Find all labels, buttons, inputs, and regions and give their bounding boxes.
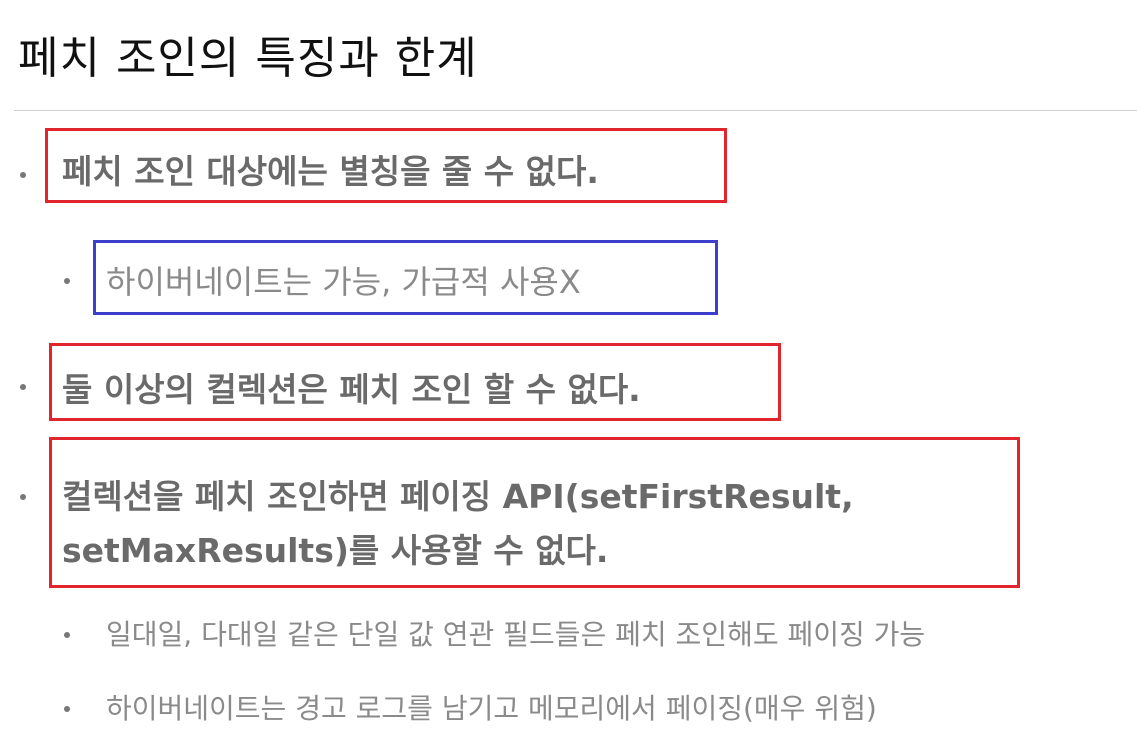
bullet-dot: [20, 172, 26, 178]
bullet-dot: [64, 632, 70, 638]
bullet-dot: [64, 278, 70, 284]
bullet-dot: [20, 494, 26, 500]
bullet-dot: [20, 384, 26, 390]
list-item: 하이버네이트는 경고 로그를 남기고 메모리에서 페이징(매우 위험): [106, 692, 877, 725]
bullet-dot: [64, 706, 70, 712]
list-item: 하이버네이트는 가능, 가급적 사용X: [106, 263, 581, 301]
list-item: 컬렉션을 페치 조인하면 페이징 API(setFirstResult, set…: [62, 470, 854, 578]
list-item-line: setMaxResults)를 사용할 수 없다.: [62, 531, 609, 570]
slide-title: 페치 조인의 특징과 한계: [18, 33, 478, 84]
list-item: 페치 조인 대상에는 별칭을 줄 수 없다.: [62, 152, 599, 191]
title-divider: [14, 110, 1137, 111]
list-item: 일대일, 다대일 같은 단일 값 연관 필드들은 페치 조인해도 페이징 가능: [106, 618, 926, 651]
list-item-line: 컬렉션을 페치 조인하면 페이징 API(setFirstResult,: [62, 477, 854, 516]
list-item: 둘 이상의 컬렉션은 페치 조인 할 수 없다.: [62, 370, 641, 409]
